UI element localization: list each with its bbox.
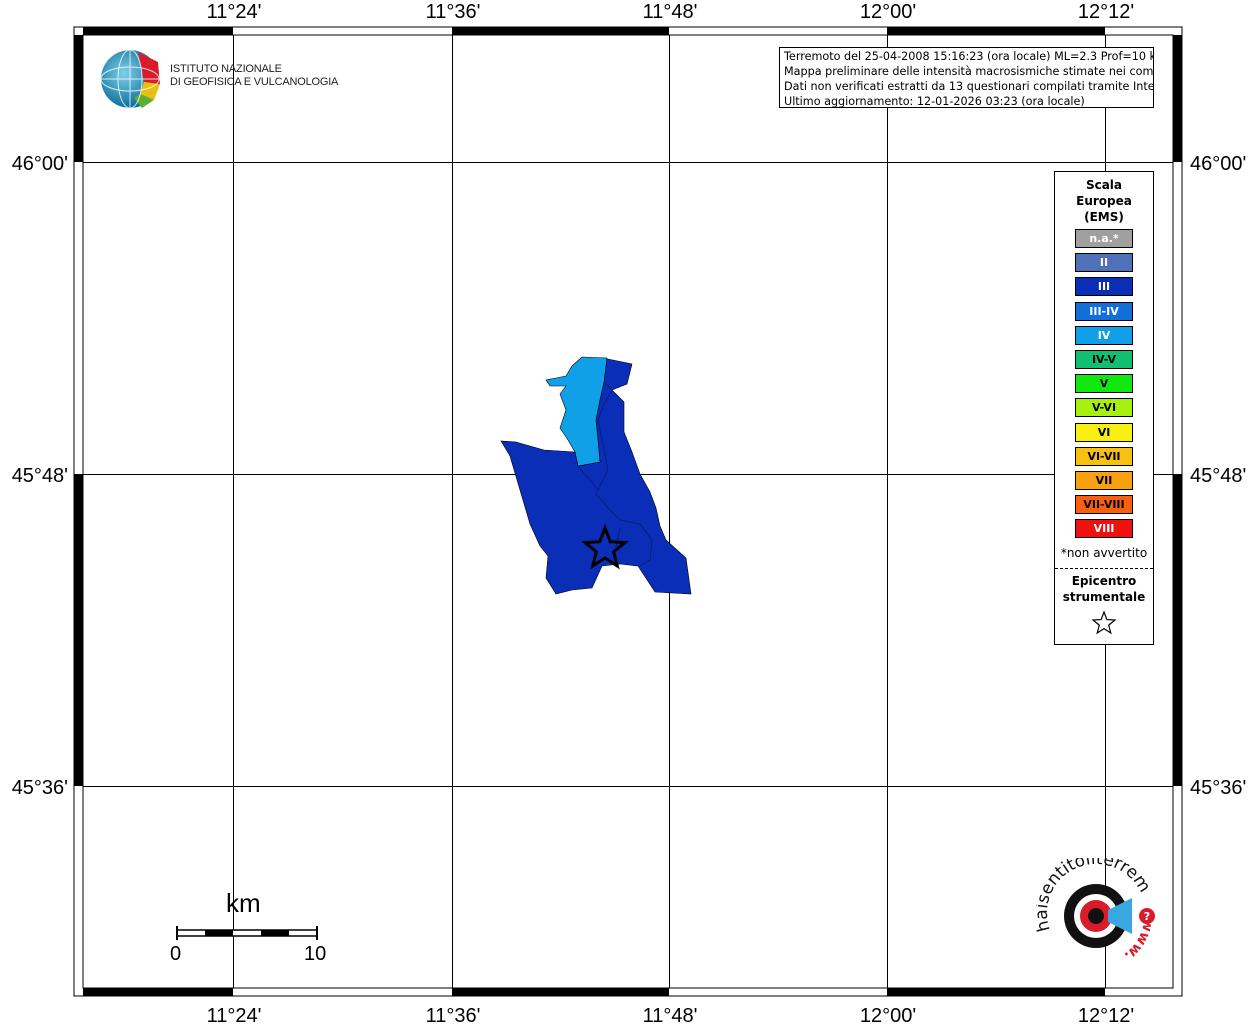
lon-label: 11°24': [207, 1, 262, 23]
legend-star-icon: [1091, 610, 1117, 635]
ingv-name: ISTITUTO NAZIONALE DI GEOFISICA E VULCAN…: [170, 63, 338, 89]
haisentito-logo: ? haisentitoilterremoto.it www.: [1036, 858, 1156, 964]
legend-epicentre-line2: strumentale: [1062, 590, 1146, 604]
legend-swatch: VII: [1075, 471, 1133, 490]
event-info-line4: Ultimo aggiornamento: 12-01-2026 03:23 (…: [784, 95, 1085, 108]
lon-label: 11°48': [643, 1005, 698, 1024]
lat-label: 46°00': [12, 153, 68, 175]
legend-title-line2: Europea: [1076, 194, 1132, 208]
scale-min-label: 0: [170, 943, 182, 965]
lon-labels-top: 11°24' 11°36' 11°48' 12°00' 12°12': [207, 1, 1135, 23]
event-info-line3: Dati non verificati estratti da 13 quest…: [784, 80, 1154, 93]
lat-label: 46°00': [1190, 153, 1246, 175]
lat-labels-right: 46°00' 45°48' 45°36': [1190, 153, 1246, 799]
lat-label: 45°48': [1190, 465, 1246, 487]
legend-title: Scala Europea (EMS): [1055, 177, 1153, 225]
legend-swatch: VIII: [1075, 519, 1133, 539]
lon-label: 11°36': [426, 1, 481, 23]
legend-swatch: V: [1075, 374, 1133, 394]
lon-label: 11°48': [643, 1, 698, 23]
lon-label: 11°36': [426, 1005, 481, 1024]
event-info-box: Terremoto del 25-04-2008 15:16:23 (ora l…: [779, 47, 1154, 108]
ingv-globe-logo: [100, 49, 160, 109]
lat-label: 45°36': [1190, 777, 1246, 799]
legend-title-line1: Scala: [1085, 178, 1123, 192]
lat-label: 45°48': [12, 465, 68, 487]
legend-note: *non avvertito: [1060, 546, 1148, 560]
legend-swatch: VI: [1075, 422, 1133, 442]
scale-max-label: 10: [304, 943, 327, 965]
lon-label: 11°24': [207, 1005, 262, 1024]
lon-label: 12°12': [1078, 1005, 1134, 1024]
legend-swatch: II: [1075, 253, 1133, 273]
lat-labels-left: 46°00' 45°48' 45°36': [12, 153, 68, 799]
event-info-line2: Mappa preliminare delle intensità macros…: [784, 65, 1154, 78]
scale-unit: km: [226, 888, 261, 918]
legend-divider: [1055, 568, 1153, 569]
legend-swatch: IV-V: [1075, 350, 1133, 369]
legend-swatch: IV: [1075, 325, 1133, 345]
legend-swatch: V-VI: [1075, 398, 1133, 418]
lat-label: 45°36': [12, 777, 68, 799]
event-info-line1: Terremoto del 25-04-2008 15:16:23 (ora l…: [784, 50, 1154, 63]
legend-title-line3: (EMS): [1084, 210, 1124, 224]
legend-swatch: III: [1075, 277, 1133, 297]
lon-label: 12°00': [860, 1005, 916, 1024]
ingv-name-line1: ISTITUTO NAZIONALE: [170, 63, 282, 75]
legend-epicentre-label: Epicentro strumentale: [1055, 573, 1153, 605]
lon-label: 12°12': [1078, 1, 1134, 23]
ingv-name-line2: DI GEOFISICA E VULCANOLOGIA: [170, 76, 339, 88]
legend-swatch: n.a.*: [1075, 229, 1133, 248]
lon-label: 12°00': [860, 1, 916, 23]
legend-swatch: III-IV: [1075, 301, 1133, 321]
lon-labels-bottom: 11°24' 11°36' 11°48' 12°00' 12°12': [207, 1005, 1135, 1024]
legend-swatch: VI-VII: [1075, 446, 1133, 466]
ems-legend: Scala Europea (EMS) n.a.* II III III-IV IV IV…: [1054, 171, 1154, 645]
legend-swatch: VII-VIII: [1075, 495, 1133, 515]
legend-epicentre-line1: Epicentro: [1071, 574, 1137, 588]
